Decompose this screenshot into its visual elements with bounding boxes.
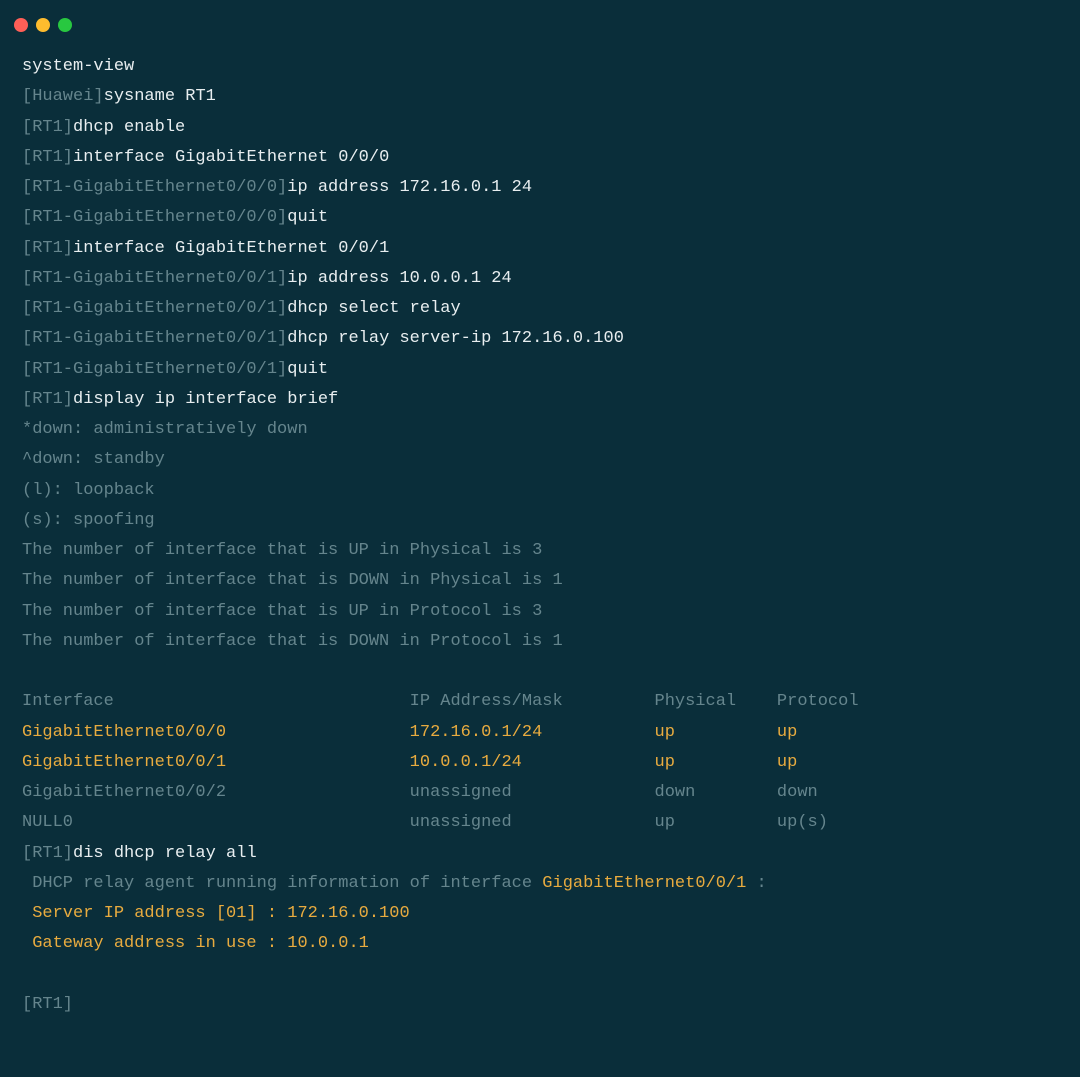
output-text: Gateway address in use : 10.0.0.1 [22,929,1058,959]
prompt: [RT1] [22,390,73,409]
terminal[interactable]: system-view[Huawei]sysname RT1[RT1]dhcp … [0,46,1080,1026]
prompt: [Huawei] [22,87,104,106]
table-row: Interface IP Address/Mask Physical Proto… [22,687,1058,717]
command-text: ip address 10.0.0.1 24 [287,269,511,288]
output-text: DHCP relay agent running information of … [22,874,542,893]
titlebar [0,0,1080,46]
prompt: [RT1] [22,990,1058,1020]
output-text: (l): loopback [22,476,1058,506]
maximize-icon[interactable] [58,18,72,32]
prompt: [RT1] [22,239,73,258]
command-text: dhcp select relay [287,299,460,318]
output-text: ^down: standby [22,445,1058,475]
command-text: display ip interface brief [73,390,338,409]
command-text: quit [287,360,328,379]
command-text: dhcp enable [73,118,185,137]
command-text: interface GigabitEthernet 0/0/0 [73,148,389,167]
prompt: [RT1] [22,118,73,137]
output-text: The number of interface that is UP in Ph… [22,536,1058,566]
prompt: [RT1-GigabitEthernet0/0/1] [22,329,287,348]
table-row: GigabitEthernet0/0/2 unassigned down dow… [22,778,1058,808]
interface-name: GigabitEthernet0/0/1 [542,874,756,893]
command-text: dis dhcp relay all [73,844,257,863]
table-row: GigabitEthernet0/0/1 10.0.0.1/24 up up [22,748,1058,778]
minimize-icon[interactable] [36,18,50,32]
output-text: The number of interface that is UP in Pr… [22,597,1058,627]
output-text: *down: administratively down [22,415,1058,445]
table-row: NULL0 unassigned up up(s) [22,808,1058,838]
prompt: [RT1-GigabitEthernet0/0/1] [22,299,287,318]
output-text: (s): spoofing [22,506,1058,536]
output-text: The number of interface that is DOWN in … [22,627,1058,657]
command-text: quit [287,208,328,227]
command-text: dhcp relay server-ip 172.16.0.100 [287,329,624,348]
prompt: [RT1-GigabitEthernet0/0/1] [22,360,287,379]
prompt: [RT1] [22,148,73,167]
prompt: [RT1] [22,844,73,863]
command-text: system-view [22,57,134,76]
command-text: sysname RT1 [104,87,216,106]
command-text: ip address 172.16.0.1 24 [287,178,532,197]
command-text: interface GigabitEthernet 0/0/1 [73,239,389,258]
output-text: The number of interface that is DOWN in … [22,566,1058,596]
table-row: GigabitEthernet0/0/0 172.16.0.1/24 up up [22,718,1058,748]
close-icon[interactable] [14,18,28,32]
output-text: Server IP address [01] : 172.16.0.100 [22,899,1058,929]
output-text: : [757,874,767,893]
prompt: [RT1-GigabitEthernet0/0/0] [22,208,287,227]
prompt: [RT1-GigabitEthernet0/0/0] [22,178,287,197]
prompt: [RT1-GigabitEthernet0/0/1] [22,269,287,288]
